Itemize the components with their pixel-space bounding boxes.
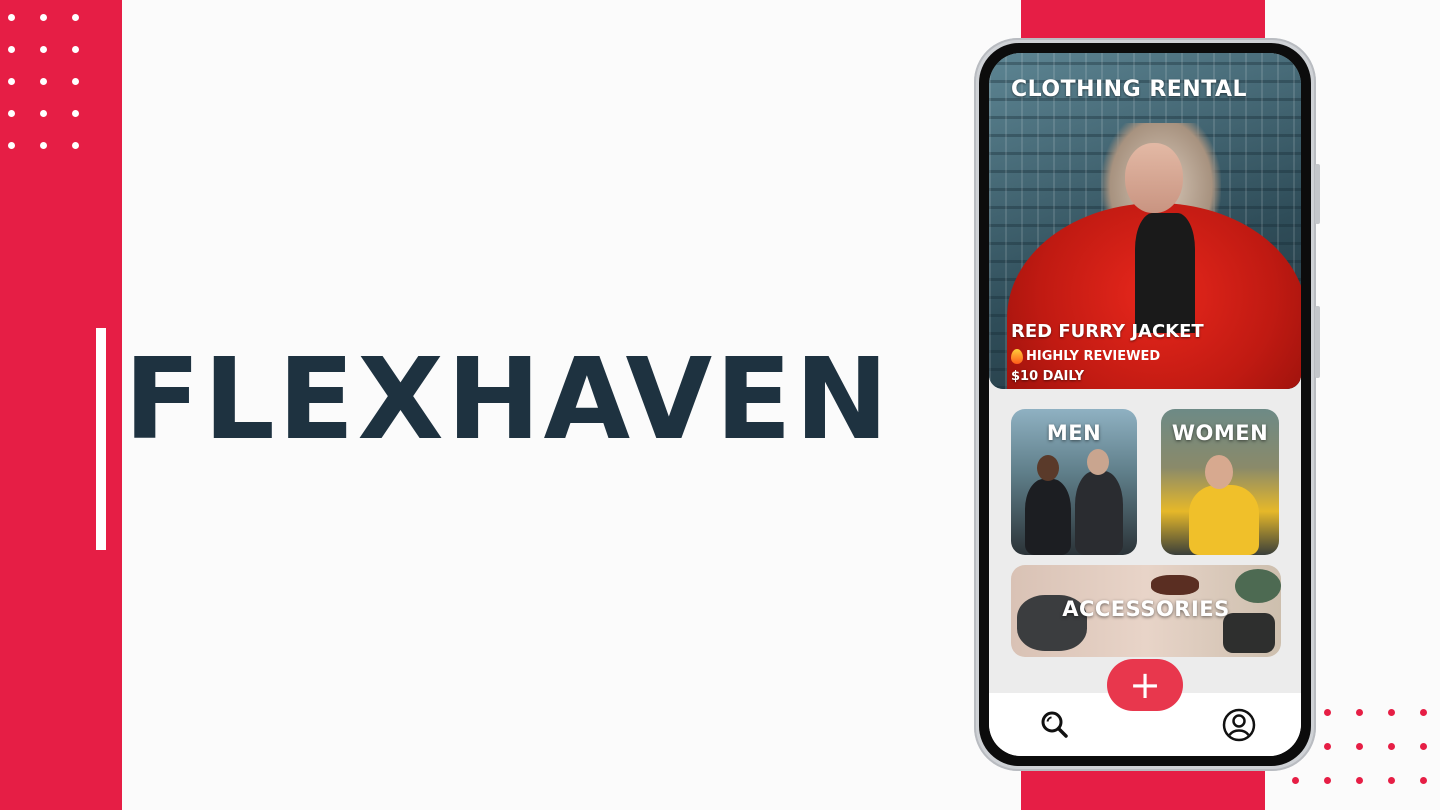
- model-top: [1135, 213, 1195, 333]
- category-label-women: WOMEN: [1171, 421, 1269, 445]
- category-card-accessories[interactable]: ACCESSORIES: [1011, 565, 1281, 657]
- profile-icon: [1222, 708, 1256, 742]
- accessory-sunglasses: [1151, 575, 1199, 595]
- women-yellow-jacket: [1189, 485, 1259, 555]
- women-head: [1205, 455, 1233, 489]
- phone-volume-button: [1315, 164, 1320, 224]
- phone-power-button: [1315, 306, 1320, 378]
- men-figure-right: [1075, 471, 1123, 555]
- men-figure-left: [1025, 479, 1071, 555]
- search-icon: [1041, 711, 1068, 738]
- app-header-title: CLOTHING RENTAL: [1011, 77, 1248, 102]
- phone-mockup: CLOTHING RENTAL RED FURRY JACKET HIGHLY …: [974, 38, 1320, 771]
- decorative-dots-top-left: [4, 10, 100, 170]
- men-head-left: [1037, 455, 1059, 481]
- model-face: [1125, 143, 1183, 213]
- brand-title: FLEXHAVEN: [124, 335, 892, 465]
- nav-search-button[interactable]: [1037, 707, 1073, 743]
- phone-bezel: CLOTHING RENTAL RED FURRY JACKET HIGHLY …: [979, 43, 1311, 766]
- featured-price: $10 DAILY: [1011, 369, 1085, 384]
- fire-icon: [1011, 349, 1023, 364]
- featured-product-name: RED FURRY JACKET: [1011, 321, 1204, 342]
- app-screen: CLOTHING RENTAL RED FURRY JACKET HIGHLY …: [989, 53, 1301, 756]
- category-label-accessories: ACCESSORIES: [1062, 597, 1230, 621]
- add-button[interactable]: +: [1107, 659, 1183, 711]
- title-accent-bar: [96, 328, 106, 550]
- category-label-men: MEN: [1046, 421, 1102, 445]
- men-head-right: [1087, 449, 1109, 475]
- featured-badge: HIGHLY REVIEWED: [1026, 349, 1161, 364]
- featured-banner[interactable]: CLOTHING RENTAL RED FURRY JACKET HIGHLY …: [989, 53, 1301, 389]
- category-card-women[interactable]: WOMEN: [1161, 409, 1279, 555]
- nav-profile-button[interactable]: [1221, 707, 1257, 743]
- featured-badge-row: HIGHLY REVIEWED: [1011, 349, 1160, 364]
- category-card-men[interactable]: MEN: [1011, 409, 1137, 555]
